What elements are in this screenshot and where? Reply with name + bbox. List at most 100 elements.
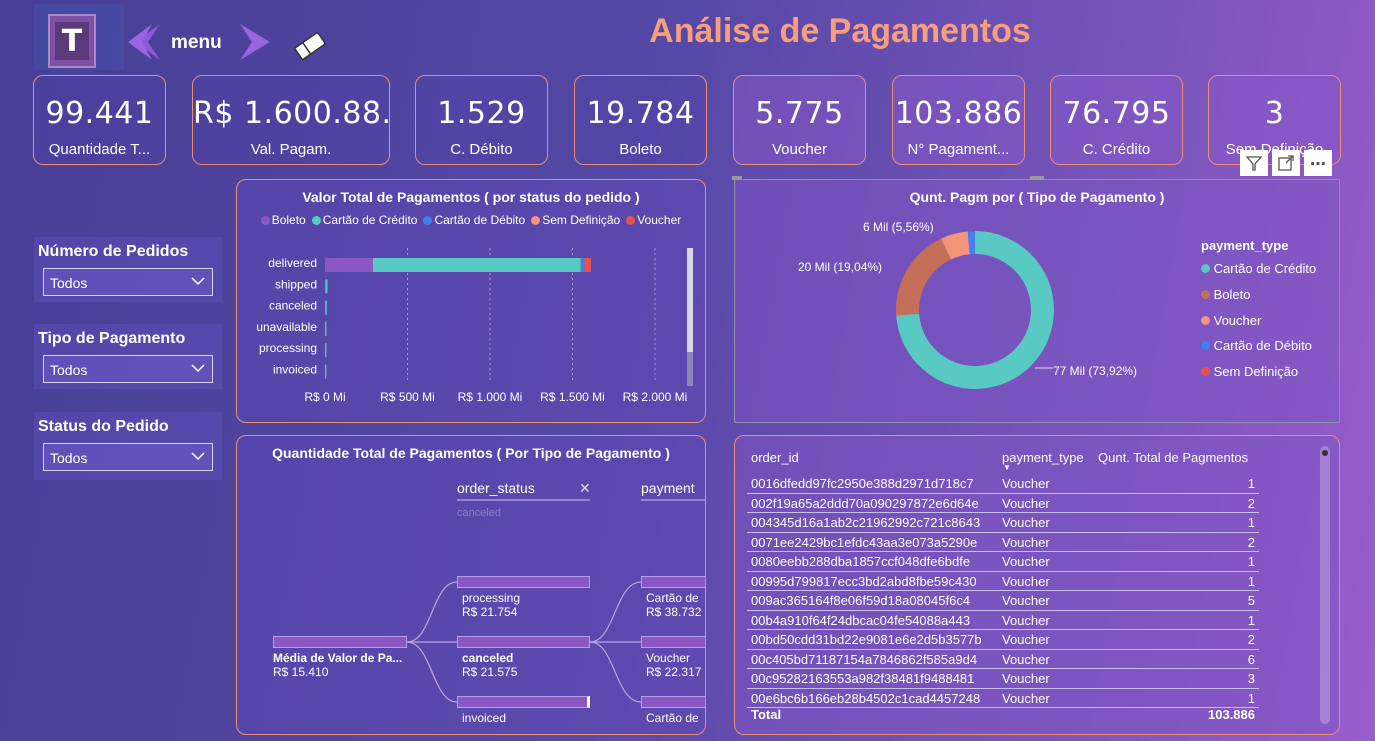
category-label: invoiced bbox=[273, 363, 317, 377]
bar-chart-title: Valor Total de Pagamentos ( por status d… bbox=[302, 189, 640, 205]
column-header-order-id[interactable]: order_id bbox=[751, 450, 799, 465]
cell-order-id: 0016dfedd97fc2950e388d2971d718c7 bbox=[751, 476, 974, 491]
donut-label-voucher: 6 Mil (5,56%) bbox=[863, 220, 934, 234]
tree-node-invoiced[interactable]: invoiced bbox=[457, 696, 590, 725]
legend-item[interactable]: Sem Definição bbox=[1201, 359, 1316, 385]
bar-chart-card: Valor Total de Pagamentos ( por status d… bbox=[236, 179, 706, 423]
donut-label-boleto: 20 Mil (19,04%) bbox=[798, 260, 883, 274]
slicer-dropdown[interactable]: Todos bbox=[43, 355, 213, 383]
column-header-payment-type[interactable]: payment_type bbox=[1002, 450, 1084, 465]
bar-segment[interactable] bbox=[372, 258, 581, 272]
tree-node-label: Média de Valor de Pa... bbox=[273, 651, 403, 665]
legend-item[interactable]: Sem Definição bbox=[531, 213, 620, 227]
bar-chart-plot[interactable]: delivered shipped canceled unavailable proce… bbox=[237, 240, 705, 422]
cell-payment-type: Voucher bbox=[1002, 671, 1050, 686]
table-row[interactable]: 0080eebb288dba1857ccf048dfe6bdfe Voucher 1 bbox=[747, 552, 1259, 572]
legend-item[interactable]: Cartão de Débito bbox=[1201, 333, 1316, 359]
table-row[interactable]: 00c405bd71187154a7846862f585a9d4 Voucher 6 bbox=[747, 650, 1259, 669]
donut-chart-plot[interactable] bbox=[885, 220, 1065, 400]
eraser-icon[interactable] bbox=[290, 26, 330, 66]
logo[interactable]: T bbox=[48, 14, 96, 68]
scrollbar[interactable] bbox=[1320, 446, 1330, 724]
cell-count: 1 bbox=[1247, 554, 1255, 569]
table-row[interactable]: 00c95282163553a982f38481f9488481 Voucher 3 bbox=[747, 669, 1259, 689]
legend-item[interactable]: Boleto bbox=[1201, 282, 1316, 308]
kpi-value: 5.775 bbox=[755, 96, 844, 131]
cell-order-id: 002f19a65a2ddd70a090297872e6d64e bbox=[751, 495, 979, 511]
table-row[interactable]: 009ac365164f8e06f59d18a08045f6c4 Voucher 5 bbox=[747, 591, 1259, 611]
kpi-label: Boleto bbox=[619, 141, 662, 158]
more-options-icon[interactable]: ⋯ bbox=[1304, 150, 1332, 176]
legend-item[interactable]: Cartão de Débito bbox=[423, 213, 525, 227]
cell-payment-type: Voucher bbox=[1002, 612, 1050, 628]
donut-legend-title: payment_type bbox=[1201, 238, 1289, 253]
tree-node-canceled[interactable]: canceled R$ 21.575 bbox=[457, 636, 590, 679]
legend-item[interactable]: Boleto bbox=[260, 213, 306, 227]
selection-handle[interactable] bbox=[732, 176, 742, 180]
bar-segment[interactable] bbox=[580, 258, 585, 272]
legend-item[interactable]: Voucher bbox=[626, 213, 681, 227]
kpi-value: 99.441 bbox=[45, 96, 154, 131]
scrollbar[interactable] bbox=[687, 248, 693, 386]
tree-node-root[interactable]: Média de Valor de Pa... R$ 15.410 bbox=[273, 636, 407, 679]
filter-icon[interactable] bbox=[1240, 150, 1268, 176]
legend-item[interactable]: Voucher bbox=[1201, 308, 1316, 334]
cell-count: 6 bbox=[1247, 651, 1255, 667]
slicer-tipo-pagamento: Tipo de Pagamento Todos bbox=[34, 324, 222, 389]
slicer-dropdown[interactable]: Todos bbox=[43, 268, 213, 296]
menu-left-arrow-icon[interactable] bbox=[122, 22, 162, 62]
column-header-qunt[interactable]: Qunt. Total de Pagmentos bbox=[1098, 450, 1248, 465]
bar-segment[interactable] bbox=[325, 364, 327, 379]
kpi-value: 3 bbox=[1264, 96, 1285, 131]
table-total-row: Total 103.886 bbox=[747, 707, 1259, 727]
leader-line bbox=[1035, 367, 1053, 369]
table-row[interactable]: 00bd50cdd31bd22e9081e6e2d5b3577b Voucher 2 bbox=[747, 630, 1259, 650]
bar-segment[interactable] bbox=[325, 300, 327, 315]
slicer-status-pedido: Status do Pedido Todos bbox=[34, 412, 222, 480]
bar-segment[interactable] bbox=[325, 343, 327, 358]
bar-segment[interactable] bbox=[325, 258, 373, 272]
table-row[interactable]: 00e6bc6b166eb28b4502c1cad4457248 Voucher 1 bbox=[747, 689, 1259, 708]
cell-count: 1 bbox=[1247, 573, 1255, 589]
donut-chart-card: Qunt. Pagm por ( Tipo de Pagamento ) 6 M… bbox=[734, 179, 1340, 423]
sort-desc-icon: ▼ bbox=[1003, 463, 1011, 472]
tree-node-processing[interactable]: processing R$ 21.754 bbox=[457, 576, 590, 619]
cell-order-id: 00e6bc6b166eb28b4502c1cad4457248 bbox=[751, 690, 981, 706]
kpi-value: 76.795 bbox=[1062, 96, 1171, 131]
category-label: delivered bbox=[268, 256, 317, 270]
tree-node-value: R$ 38.732 bbox=[646, 605, 702, 619]
table-row[interactable]: 00995d799817ecc3bd2abd8fbe59c430 Voucher 1 bbox=[747, 572, 1259, 591]
tree-node-cartao-2[interactable]: Cartão de bbox=[641, 696, 705, 725]
bar-segment[interactable] bbox=[325, 279, 328, 294]
legend-item[interactable]: Cartão de Crédito bbox=[311, 213, 417, 227]
table-row[interactable]: 0071ee2429bc1efdc43aa3e073a5290e Voucher 2 bbox=[747, 533, 1259, 552]
x-tick-label: R$ 500 Mi bbox=[380, 390, 435, 404]
bar-segment[interactable] bbox=[584, 258, 591, 272]
table-row[interactable]: 002f19a65a2ddd70a090297872e6d64e Voucher 2 bbox=[747, 494, 1259, 513]
tree-node-label: Cartão de bbox=[646, 591, 699, 605]
selection-handle[interactable] bbox=[1030, 176, 1044, 180]
cell-count: 2 bbox=[1247, 534, 1255, 550]
slicer-dropdown[interactable]: Todos bbox=[43, 443, 213, 471]
menu-right-arrow-icon[interactable] bbox=[236, 22, 276, 62]
total-label: Total bbox=[751, 707, 782, 722]
tree-node-cartao-1[interactable]: Cartão de R$ 38.732 bbox=[641, 576, 705, 619]
cell-payment-type: Voucher bbox=[1002, 593, 1050, 608]
cell-payment-type: Voucher bbox=[1002, 554, 1050, 569]
table-row[interactable]: 0016dfedd97fc2950e388d2971d718c7 Voucher 1 bbox=[747, 474, 1259, 494]
cell-payment-type: Voucher bbox=[1002, 534, 1050, 550]
cell-order-id: 00c405bd71187154a7846862f585a9d4 bbox=[751, 651, 978, 667]
legend-item[interactable]: Cartão de Crédito bbox=[1201, 256, 1316, 282]
page-title: Análise de Pagamentos bbox=[649, 12, 1031, 50]
cell-payment-type: Voucher bbox=[1002, 573, 1050, 589]
slicer-numero-pedidos: Número de Pedidos Todos bbox=[34, 237, 222, 302]
donut-slice[interactable] bbox=[896, 238, 952, 316]
table-row[interactable]: 004345d16a1ab2c21962992c721c8643 Voucher 1 bbox=[747, 513, 1259, 533]
tree-node-label: invoiced bbox=[462, 711, 507, 725]
focus-mode-icon[interactable] bbox=[1272, 150, 1300, 176]
tree-node-voucher[interactable]: Voucher R$ 22.317 bbox=[641, 636, 705, 679]
bar-segment[interactable] bbox=[325, 321, 327, 336]
cell-order-id: 00995d799817ecc3bd2abd8fbe59c430 bbox=[751, 573, 977, 589]
menu-label[interactable]: menu bbox=[171, 32, 222, 54]
table-row[interactable]: 00b4a910f64f24dbcac04fe54088a443 Voucher 1 bbox=[747, 611, 1259, 630]
